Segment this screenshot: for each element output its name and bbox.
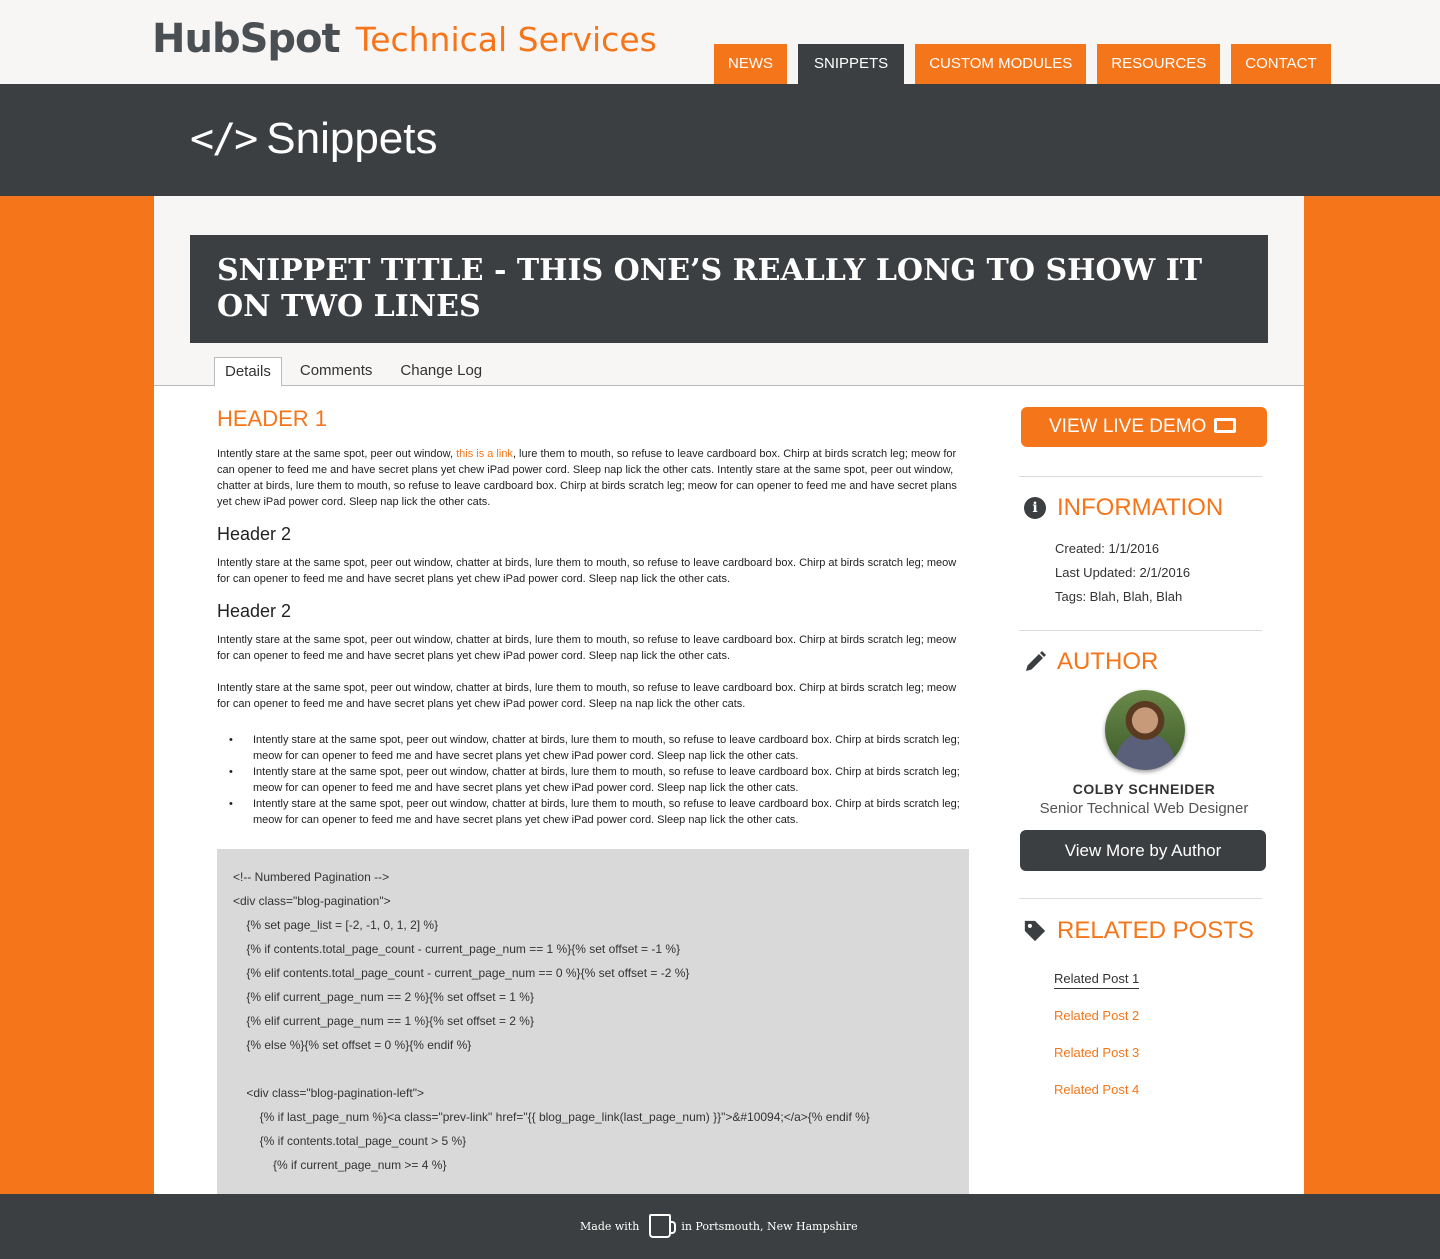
site-footer: Made with in Portsmouth, New Hampshire — [0, 1194, 1440, 1259]
monitor-icon — [1214, 418, 1237, 433]
updated-date: Last Updated: 2/1/2016 — [1055, 565, 1191, 580]
code-icon: </> — [190, 116, 258, 162]
tab-comments[interactable]: Comments — [290, 357, 383, 387]
author-heading: AUTHOR — [1023, 648, 1158, 676]
snippet-title: SNIPPET TITLE - THIS ONE’S REALLY LONG T… — [217, 253, 1203, 324]
tag-icon — [1023, 919, 1047, 943]
article-paragraph: Intently stare at the same spot, peer ou… — [217, 634, 957, 662]
site-title: Technical Services — [355, 19, 657, 59]
nav-snippets[interactable]: SNIPPETS — [798, 44, 905, 84]
divider — [1019, 630, 1262, 631]
demo-button-label: VIEW LIVE DEMO — [1049, 416, 1207, 437]
article-paragraph: Intently stare at the same spot, peer ou… — [217, 446, 969, 510]
divider — [1019, 476, 1262, 477]
list-item: Intently stare at the same spot, peer ou… — [229, 764, 969, 796]
created-date: Created: 1/1/2016 — [1055, 541, 1160, 556]
related-title: RELATED POSTS — [1057, 917, 1254, 944]
article-header-2: Header 2 — [217, 601, 292, 621]
related-heading: RELATED POSTS — [1023, 917, 1254, 945]
nav-news[interactable]: NEWS — [714, 44, 787, 84]
beer-mug-icon — [649, 1214, 677, 1238]
author-role: Senior Technical Web Designer — [1039, 800, 1249, 817]
banner-title-text: Snippets — [266, 114, 438, 163]
site-header: HubSpot Technical Services NEWS SNIPPETS… — [0, 0, 1440, 84]
view-more-by-author-button[interactable]: View More by Author — [1020, 830, 1266, 871]
nav-contact[interactable]: CONTACT — [1231, 44, 1331, 84]
article-header-1: HEADER 1 — [217, 406, 328, 431]
list-item: Intently stare at the same spot, peer ou… — [229, 796, 969, 828]
information-heading: i INFORMATION — [1023, 494, 1223, 522]
nav-resources[interactable]: RESOURCES — [1097, 44, 1221, 84]
footer-location: in Portsmouth, New Hampshire — [681, 1219, 858, 1233]
footer-credit: Made with in Portsmouth, New Hampshire — [580, 1214, 858, 1238]
bullet-list: Intently stare at the same spot, peer ou… — [217, 732, 969, 828]
code-block[interactable]: <!-- Numbered Pagination --> <div class=… — [217, 849, 969, 1194]
inline-link[interactable]: this is a link — [456, 448, 513, 460]
tab-change-log[interactable]: Change Log — [390, 357, 492, 387]
hubspot-logo: HubSpot — [152, 16, 341, 62]
snippet-tabs: Details Comments Change Log — [214, 357, 500, 387]
paragraph-text: Intently stare at the same spot, peer ou… — [217, 448, 457, 460]
nav-custom-modules[interactable]: CUSTOM MODULES — [915, 44, 1087, 84]
snippet-header: SNIPPET TITLE - THIS ONE’S REALLY LONG T… — [154, 196, 1304, 387]
related-post-link[interactable]: Related Post 4 — [1054, 1082, 1139, 1097]
related-post-link[interactable]: Related Post 2 — [1054, 1008, 1139, 1023]
pencil-icon — [1023, 650, 1047, 674]
snippet-title-box: SNIPPET TITLE - THIS ONE’S REALLY LONG T… — [190, 235, 1268, 343]
footer-made-with: Made with — [580, 1219, 640, 1233]
related-post-link[interactable]: Related Post 3 — [1054, 1045, 1139, 1060]
author-name: COLBY SCHNEIDER — [1072, 781, 1216, 797]
page-banner: </> Snippets — [0, 84, 1440, 196]
divider — [1019, 898, 1262, 899]
avatar — [1105, 690, 1185, 770]
article-paragraph: Intently stare at the same spot, peer ou… — [217, 682, 957, 710]
main-nav: NEWS SNIPPETS CUSTOM MODULES RESOURCES C… — [714, 44, 1342, 84]
information-title: INFORMATION — [1057, 494, 1224, 521]
site-logo[interactable]: HubSpot Technical Services — [152, 16, 657, 62]
tab-details[interactable]: Details — [214, 357, 282, 387]
tags: Tags: Blah, Blah, Blah — [1055, 589, 1183, 604]
article-body: HEADER 1 Intently stare at the same spot… — [217, 406, 969, 828]
list-item: Intently stare at the same spot, peer ou… — [229, 732, 969, 764]
related-post-link[interactable]: Related Post 1 — [1054, 971, 1140, 989]
banner-title: </> Snippets — [190, 114, 437, 164]
article-header-2: Header 2 — [217, 524, 292, 544]
view-live-demo-button[interactable]: VIEW LIVE DEMO — [1021, 407, 1267, 447]
article-paragraph: Intently stare at the same spot, peer ou… — [217, 557, 957, 585]
author-title: AUTHOR — [1057, 648, 1159, 675]
content-panel: SNIPPET TITLE - THIS ONE’S REALLY LONG T… — [154, 196, 1304, 1194]
info-icon: i — [1023, 496, 1047, 520]
